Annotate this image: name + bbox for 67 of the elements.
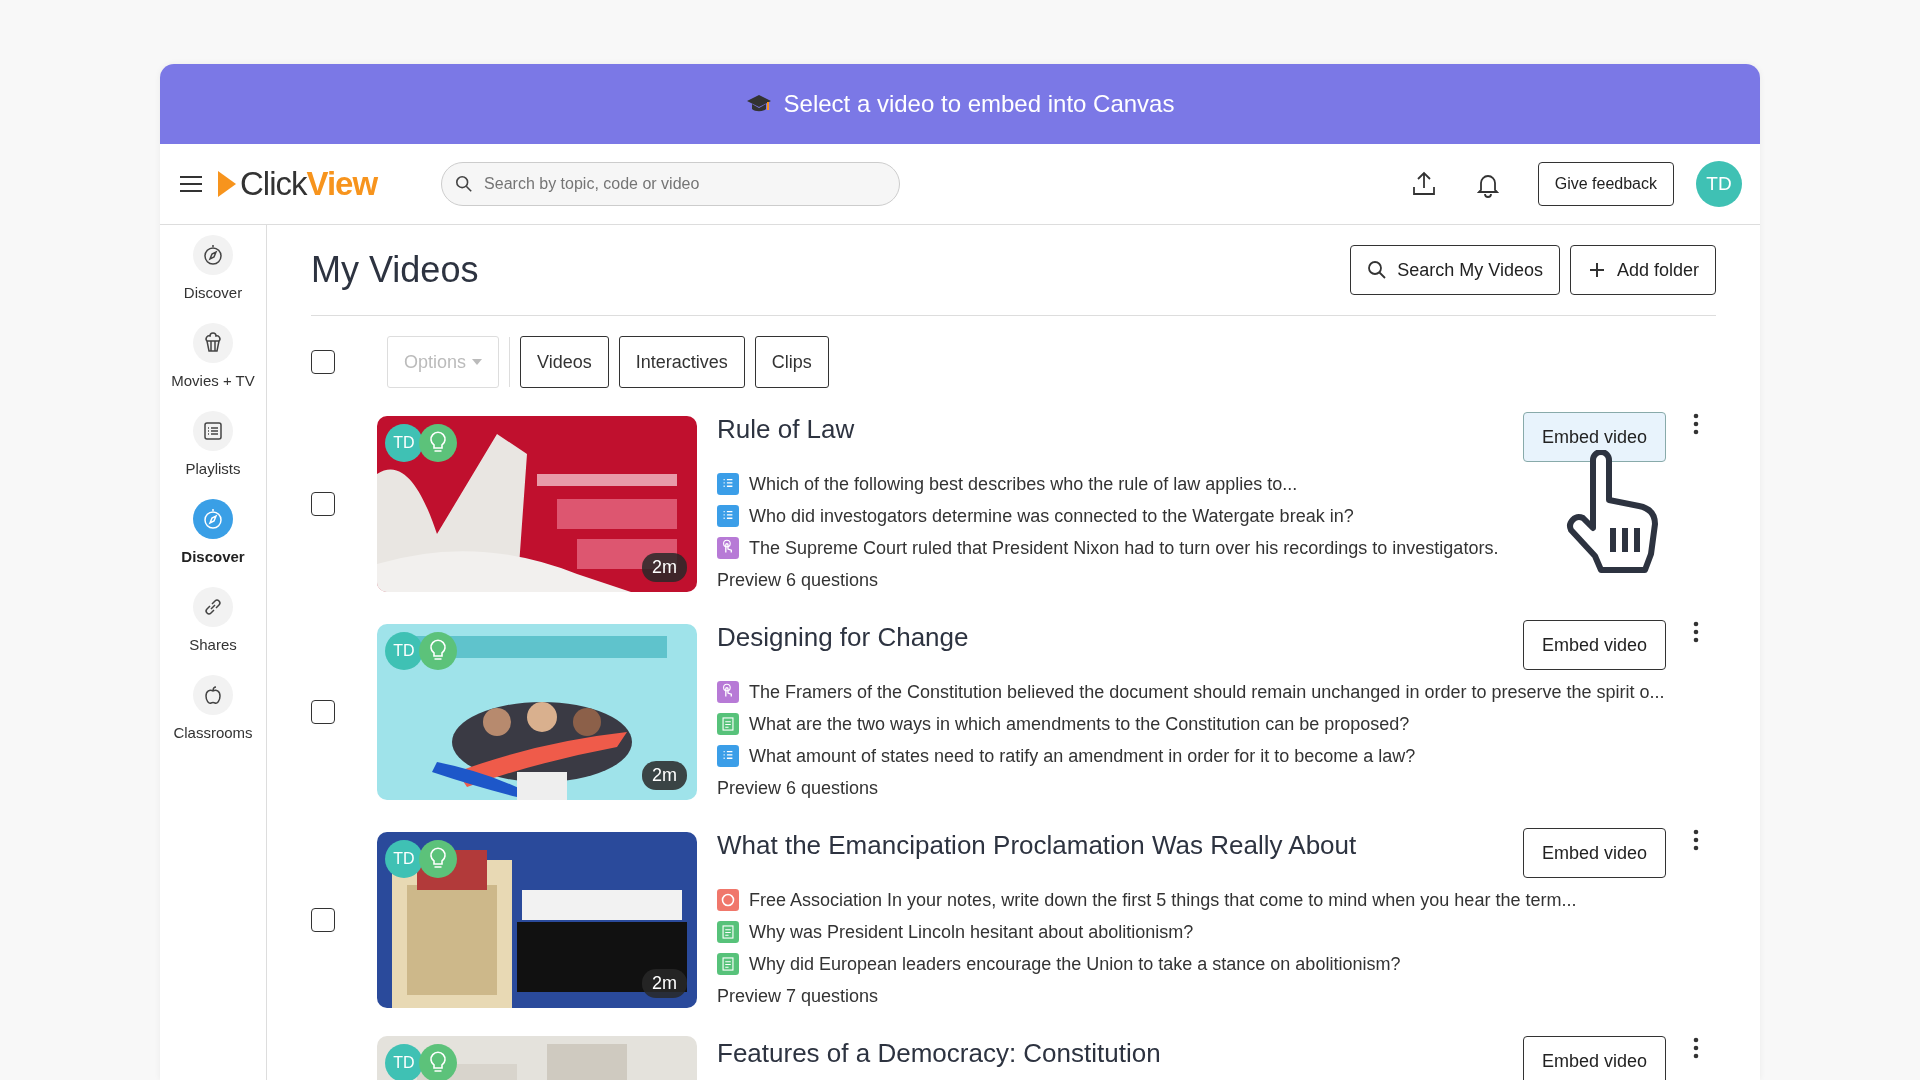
preview-link[interactable]: Preview 7 questions [717,985,879,1007]
embed-video-button[interactable]: Embed video [1522,1036,1666,1080]
caret-icon [472,359,483,365]
question-type-icon [717,681,739,703]
preview-link[interactable]: Preview 6 questions [717,777,879,799]
sidebar-item[interactable]: Shares [171,587,255,657]
question-text[interactable]: What are the two ways in which amendments to the Constitution can be proposed? [749,713,1410,735]
embed-video-button[interactable]: Embed video [1522,412,1666,462]
lightbulb-icon [419,632,457,670]
row-checkbox[interactable] [311,700,335,724]
sidebar-item[interactable]: Discover [171,235,255,305]
question-text[interactable]: Why was President Lincoln hesitant about abolitionism? [749,921,1194,943]
search-field[interactable]: Search by topic, code or video [441,162,901,206]
question-type-icon [717,473,739,495]
sidebar-item[interactable]: Playlists [171,411,255,481]
embed-video-button[interactable]: Embed video [1522,620,1666,670]
video-thumbnail[interactable]: TD 2m [377,624,697,800]
question-type-icon [717,889,739,911]
filter-button[interactable]: Videos [520,336,609,388]
lightbulb-icon [419,424,457,462]
banner-title: Select a video to embed into Canvas [783,90,1175,118]
question-text[interactable]: What amount of states need to ratify an amendment in order for it to become a law? [749,745,1416,767]
question-text[interactable]: The Supreme Court ruled that President Nixon had to turn over his recordings to investigators. [749,537,1499,559]
question-text[interactable]: Who did investogators determine was connected to the Watergate break in? [749,505,1354,527]
question-type-icon [717,921,739,943]
video-thumbnail[interactable]: TD 2m [377,416,697,592]
row-checkbox[interactable] [311,908,335,932]
link-icon [193,587,233,627]
page-title: My Videos [311,249,480,291]
list-icon [193,411,233,451]
video-thumbnail[interactable]: TD 2m [377,832,697,1008]
video-title[interactable]: Features of a Democracy: Constitution [717,1038,1503,1069]
video-title[interactable]: Rule of Law [717,414,1503,445]
search-icon [455,175,474,193]
feedback-button[interactable]: Give feedback [1537,162,1674,206]
question-type-icon [717,745,739,767]
video-title[interactable]: What the Emancipation Proclamation Was Really About [717,830,1503,861]
apple-icon [193,675,233,715]
search-icon [1367,260,1388,280]
sidebar-item[interactable]: Classrooms [171,675,255,745]
question-text[interactable]: Why did European leaders encourage the Union to take a stance on abolitionism? [749,953,1401,975]
logo-text[interactable]: ClickView [240,165,378,203]
sidebar-item[interactable]: Discover [171,499,255,569]
question-type-icon [717,713,739,735]
preview-link[interactable]: Preview 6 questions [717,569,879,591]
row-checkbox[interactable] [311,492,335,516]
menu-icon[interactable] [178,174,204,194]
search-my-videos-button[interactable]: Search My Videos [1350,245,1560,295]
question-type-icon [717,505,739,527]
add-folder-button[interactable]: Add folder [1569,245,1716,295]
question-type-icon [717,953,739,975]
popcorn-icon [193,323,233,363]
play-triangle-icon [218,171,236,197]
filter-button[interactable]: Clips [754,336,829,388]
question-text[interactable]: Free Association In your notes, write down the first 5 things that come to mind when you hear the term... [749,889,1577,911]
select-all-checkbox[interactable] [311,350,335,374]
embed-video-button[interactable]: Embed video [1522,828,1666,878]
video-title[interactable]: Designing for Change [717,622,1503,653]
question-type-icon [717,537,739,559]
sidebar-item[interactable]: Movies + TV [171,323,255,393]
compass-icon [193,235,233,275]
lightbulb-icon [419,840,457,878]
question-text[interactable]: The Framers of the Constitution believed the document should remain unchanged in order to preserve the spirit o... [749,681,1665,703]
compass-icon [193,499,233,539]
question-text[interactable]: Which of the following best describes who the rule of law applies to... [749,473,1298,495]
lightbulb-icon [419,1044,457,1080]
filter-button[interactable]: Interactives [618,336,745,388]
